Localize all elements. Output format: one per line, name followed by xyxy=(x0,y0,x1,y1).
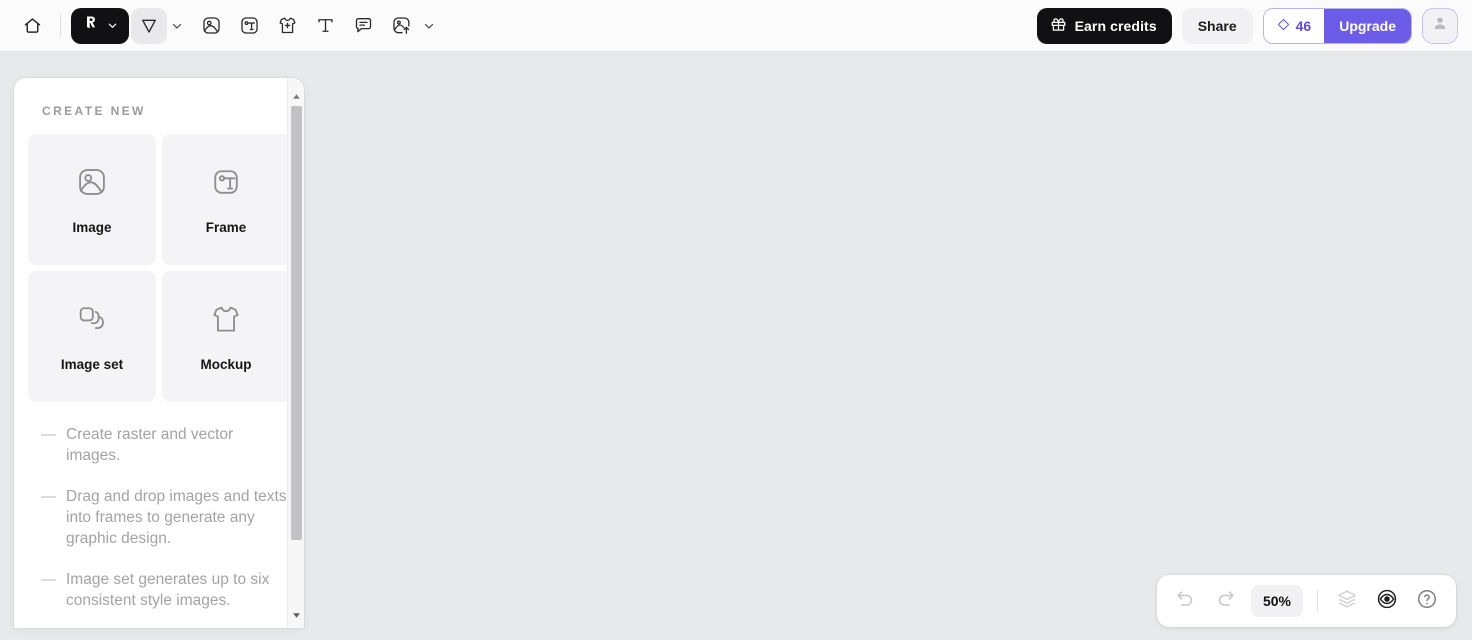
create-frame-card[interactable]: Frame xyxy=(162,134,290,265)
user-avatar-button[interactable] xyxy=(1422,7,1458,44)
panel-content: CREATE NEW Image Frame Image set Mockup … xyxy=(14,78,304,611)
redo-icon xyxy=(1215,588,1236,614)
text-tool-icon xyxy=(315,15,336,36)
create-image-set-card-label: Image set xyxy=(60,356,124,372)
image-icon xyxy=(75,165,109,204)
list-item: — Drag and drop images and texts into fr… xyxy=(28,486,290,549)
create-new-card-grid: Image Frame Image set Mockup xyxy=(28,134,290,402)
create-new-panel: CREATE NEW Image Frame Image set Mockup … xyxy=(14,78,304,628)
create-mockup-card-label: Mockup xyxy=(200,356,252,372)
credits-balance-button[interactable]: 46 xyxy=(1263,8,1325,43)
panel-bullet-list: — Create raster and vector images. — Dra… xyxy=(28,424,290,611)
credits-upgrade-group: 46 Upgrade xyxy=(1262,7,1412,44)
create-image-card-label: Image xyxy=(72,219,112,235)
home-icon xyxy=(22,15,43,36)
gift-icon xyxy=(1050,16,1067,36)
list-item: — Image set generates up to six consiste… xyxy=(28,569,290,611)
scroll-down-arrow-icon[interactable] xyxy=(288,607,304,624)
redo-button[interactable] xyxy=(1207,582,1245,620)
help-button[interactable] xyxy=(1408,582,1446,620)
brand-logo-icon xyxy=(81,14,100,38)
panel-title: CREATE NEW xyxy=(42,104,146,118)
diamond-icon xyxy=(1277,18,1290,34)
cursor-tool-button[interactable] xyxy=(131,7,167,44)
zoom-level-button[interactable]: 50% xyxy=(1250,585,1303,617)
bullet-text: Drag and drop images and texts into fram… xyxy=(66,488,287,547)
toolbar-right-group: Earn credits Share 46 Upgrade xyxy=(1036,7,1458,44)
text-tool-button[interactable] xyxy=(307,8,343,44)
brand-logo-button[interactable] xyxy=(71,7,129,44)
earn-credits-label: Earn credits xyxy=(1074,17,1157,34)
brand-chevron-down-icon[interactable] xyxy=(104,18,120,34)
mockup-tool-icon xyxy=(277,15,298,36)
panel-scrollbar[interactable] xyxy=(287,78,304,628)
create-mockup-card[interactable]: Mockup xyxy=(162,271,290,402)
bullet-text: Create raster and vector images. xyxy=(66,426,234,464)
image-tool-button[interactable] xyxy=(193,8,229,44)
layers-icon xyxy=(1336,588,1358,615)
bullet-marker: — xyxy=(41,488,56,505)
create-image-card[interactable]: Image xyxy=(28,134,156,265)
mockup-tool-button[interactable] xyxy=(269,8,305,44)
upload-tool-icon xyxy=(391,15,412,36)
stacked-squares-icon xyxy=(75,302,109,341)
frame-tool-button[interactable] xyxy=(231,8,267,44)
preview-button[interactable] xyxy=(1368,582,1406,620)
toolbar-divider xyxy=(60,13,61,38)
earn-credits-button[interactable]: Earn credits xyxy=(1036,7,1172,44)
create-frame-card-label: Frame xyxy=(205,219,247,235)
undo-button[interactable] xyxy=(1167,582,1205,620)
bullet-marker: — xyxy=(41,571,56,588)
top-toolbar: Earn credits Share 46 Upgrade xyxy=(0,0,1472,52)
comment-tool-button[interactable] xyxy=(345,8,381,44)
cursor-tool-chevron-down-icon[interactable] xyxy=(169,18,185,34)
tshirt-icon xyxy=(209,302,243,341)
upgrade-button[interactable]: Upgrade xyxy=(1324,8,1411,43)
comment-tool-icon xyxy=(353,15,374,36)
eye-icon xyxy=(1376,588,1398,615)
cursor-tool-icon xyxy=(139,16,159,36)
upload-tool-button[interactable] xyxy=(383,8,419,44)
user-avatar-icon xyxy=(1431,14,1449,37)
frame-text-icon xyxy=(209,165,243,204)
upload-tool-chevron-down-icon[interactable] xyxy=(421,18,437,34)
zoom-level-label: 50% xyxy=(1262,593,1291,609)
share-button[interactable]: Share xyxy=(1181,7,1253,44)
toolbar-left-group xyxy=(14,7,437,44)
undo-icon xyxy=(1175,588,1196,614)
canvas-bottom-toolbar: 50% xyxy=(1156,575,1456,627)
frame-tool-icon xyxy=(239,15,260,36)
list-item: — Create raster and vector images. xyxy=(28,424,290,466)
create-image-set-card[interactable]: Image set xyxy=(28,271,156,402)
scroll-up-arrow-icon[interactable] xyxy=(288,88,304,105)
credits-count: 46 xyxy=(1295,17,1312,34)
home-button[interactable] xyxy=(14,8,50,44)
scrollbar-thumb[interactable] xyxy=(291,106,302,540)
bullet-marker: — xyxy=(41,426,56,443)
upgrade-label: Upgrade xyxy=(1339,17,1396,34)
share-label: Share xyxy=(1197,17,1237,34)
layers-button[interactable] xyxy=(1328,582,1366,620)
question-mark-icon xyxy=(1416,588,1438,615)
image-tool-icon xyxy=(201,15,222,36)
bottom-toolbar-divider xyxy=(1317,590,1318,612)
bullet-text: Image set generates up to six consistent… xyxy=(66,571,270,609)
